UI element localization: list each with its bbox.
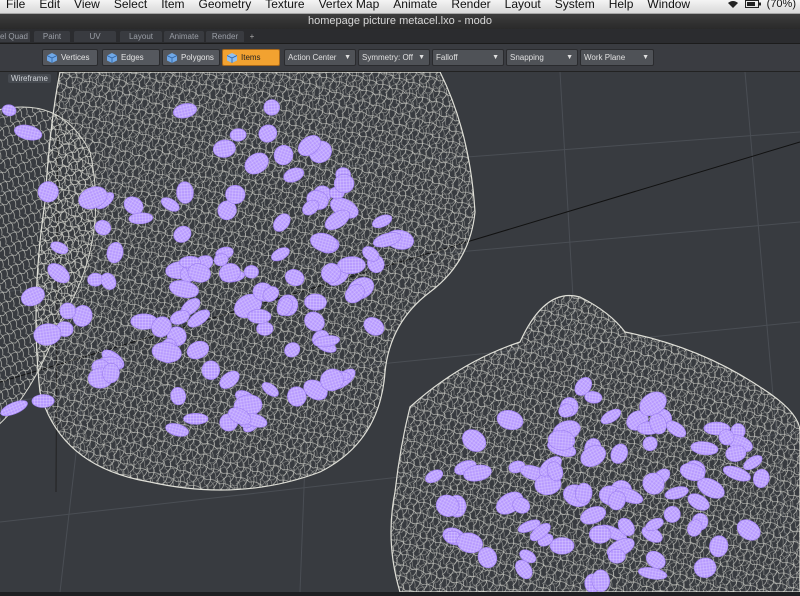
work-plane-label: Work Plane [584,53,626,62]
chevron-down-icon: ▼ [566,54,573,61]
mode-toolbar: Vertices Edges Polygons Items Action Cen… [0,44,800,72]
menu-texture[interactable]: Texture [265,0,304,11]
menu-item[interactable]: Item [161,0,184,11]
bottom-bar [0,592,800,596]
tab-uv[interactable]: UV [74,31,116,42]
edges-label: Edges [121,53,144,62]
cube-icon [227,52,237,63]
snapping-dropdown[interactable]: Snapping ▼ [506,49,578,66]
items-mode-button[interactable]: Items [222,49,280,66]
nucleus-blob[interactable] [607,548,626,564]
tab-render[interactable]: Render [206,31,244,42]
tab-paint[interactable]: Paint [34,31,70,42]
menu-help[interactable]: Help [609,0,634,11]
layout-tab-bar: el Quad Paint UV Layout Animate Render + [0,29,800,44]
menu-status-area: (70%) [727,0,796,10]
nucleus-blob[interactable] [589,525,612,544]
menu-vertex-map[interactable]: Vertex Map [319,0,380,11]
menu-items: File Edit View Select Item Geometry Text… [6,0,690,11]
menu-render[interactable]: Render [451,0,490,11]
work-plane-dropdown[interactable]: Work Plane ▼ [580,49,654,66]
window-title-bar: homepage picture metacel.lxo - modo [0,14,800,29]
nucleus-blob[interactable] [201,360,221,380]
falloff-dropdown[interactable]: Falloff ▼ [432,49,504,66]
mac-menubar: File Edit View Select Item Geometry Text… [0,0,800,14]
menu-edit[interactable]: Edit [39,0,60,11]
action-center-label: Action Center [288,53,337,62]
menu-view[interactable]: View [74,0,100,11]
falloff-label: Falloff [436,53,458,62]
3d-viewport[interactable]: Wireframe [0,72,800,592]
menu-layout[interactable]: Layout [505,0,541,11]
vertices-label: Vertices [61,53,90,62]
menu-system[interactable]: System [555,0,595,11]
edges-mode-button[interactable]: Edges [102,49,160,66]
cube-icon [167,52,177,63]
wifi-icon[interactable] [727,0,739,9]
polygons-label: Polygons [181,53,214,62]
battery-percent: (70%) [766,0,796,10]
symmetry-dropdown[interactable]: Symmetry: Off ▼ [358,49,430,66]
window-title: homepage picture metacel.lxo - modo [307,15,493,27]
add-tab-button[interactable]: + [246,31,258,42]
cube-icon [47,52,57,63]
cube-icon [107,52,117,63]
battery-icon[interactable] [744,0,761,8]
nucleus-blob[interactable] [183,412,209,425]
menu-animate[interactable]: Animate [393,0,437,11]
nucleus-blob[interactable] [549,537,575,555]
nucleus-blob[interactable] [247,309,272,324]
chevron-down-icon: ▼ [418,54,425,61]
tab-model-quad[interactable]: el Quad [0,31,30,42]
snapping-label: Snapping [510,53,544,62]
vertices-mode-button[interactable]: Vertices [42,49,98,66]
symmetry-label: Symmetry: Off [362,53,413,62]
items-label: Items [241,53,261,62]
tab-animate[interactable]: Animate [164,31,204,42]
polygons-mode-button[interactable]: Polygons [162,49,220,66]
viewport-mode-label[interactable]: Wireframe [8,74,51,83]
menu-geometry[interactable]: Geometry [199,0,252,11]
tab-layout[interactable]: Layout [120,31,162,42]
menu-file[interactable]: File [6,0,25,11]
wireframe-scene[interactable] [0,72,800,592]
chevron-down-icon: ▼ [344,54,351,61]
menu-window[interactable]: Window [647,0,690,11]
menu-select[interactable]: Select [114,0,147,11]
nucleus-blob[interactable] [31,394,55,408]
chevron-down-icon: ▼ [492,54,499,61]
chevron-down-icon: ▼ [642,54,649,61]
nucleus-blob[interactable] [256,321,274,336]
action-center-dropdown[interactable]: Action Center ▼ [284,49,356,66]
